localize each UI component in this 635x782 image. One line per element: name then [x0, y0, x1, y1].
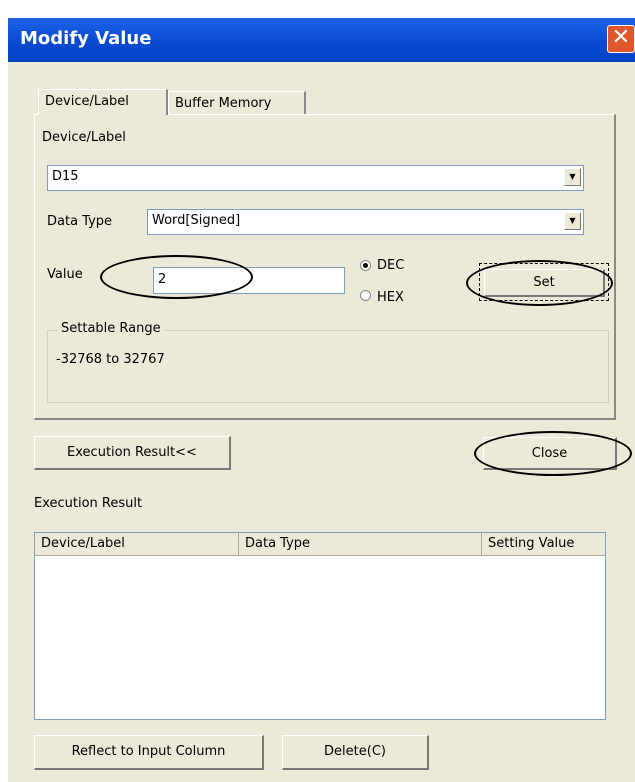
data-type-value: Word[Signed] [152, 213, 241, 228]
device-label-dropdown-icon[interactable]: ▼ [564, 168, 581, 186]
data-type-dropdown-icon[interactable]: ▼ [564, 212, 581, 230]
data-type-caption: Data Type [47, 214, 113, 229]
column-header-device-label-text: Device/Label [41, 536, 125, 551]
column-header-device-label[interactable]: Device/Label [35, 533, 239, 555]
column-header-data-type[interactable]: Data Type [239, 533, 482, 555]
settable-range-legend: Settable Range [58, 321, 164, 336]
execution-result-table[interactable]: Device/Label Data Type Setting Value [34, 532, 606, 720]
column-header-data-type-text: Data Type [245, 536, 311, 551]
radio-hex-circle[interactable] [360, 290, 371, 301]
table-header: Device/Label Data Type Setting Value [35, 533, 605, 556]
settable-range-text: -32768 to 32767 [56, 352, 165, 367]
tab-device-label-text: Device/Label [45, 94, 129, 109]
tab-device-label[interactable]: Device/Label [38, 89, 168, 115]
reflect-to-input-column-button[interactable]: Reflect to Input Column [34, 735, 264, 770]
column-header-setting-value-text: Setting Value [488, 536, 575, 551]
window-title: Modify Value [20, 28, 152, 49]
execution-result-heading: Execution Result [34, 496, 143, 511]
close-icon: ✕ [611, 25, 631, 50]
title-bar: Modify Value ✕ [8, 18, 635, 62]
close-window-button[interactable]: ✕ [607, 25, 635, 53]
radio-dec[interactable]: DEC [360, 257, 430, 275]
execution-result-toggle-button[interactable]: Execution Result<< [34, 436, 231, 470]
device-label-combobox[interactable]: D15 ▼ [47, 165, 584, 191]
execution-result-toggle-label: Execution Result<< [67, 445, 197, 460]
highlight-oval-value [100, 255, 253, 299]
radio-dec-circle[interactable] [360, 260, 371, 271]
tab-buffer-memory-text: Buffer Memory [175, 96, 272, 111]
radio-dec-label: DEC [377, 258, 405, 273]
tab-buffer-memory[interactable]: Buffer Memory [168, 91, 306, 115]
radio-hex[interactable]: HEX [360, 287, 430, 305]
delete-button-label: Delete(C) [324, 744, 386, 759]
data-type-combobox[interactable]: Word[Signed] ▼ [147, 209, 584, 235]
reflect-button-label: Reflect to Input Column [71, 744, 226, 759]
device-label-value: D15 [52, 169, 79, 184]
radio-hex-label: HEX [377, 290, 404, 305]
value-caption: Value [47, 267, 83, 282]
device-label-caption: Device/Label [42, 130, 126, 145]
highlight-oval-close [474, 431, 632, 476]
column-header-setting-value[interactable]: Setting Value [482, 533, 605, 555]
delete-button[interactable]: Delete(C) [282, 735, 429, 770]
highlight-oval-set [466, 260, 613, 306]
